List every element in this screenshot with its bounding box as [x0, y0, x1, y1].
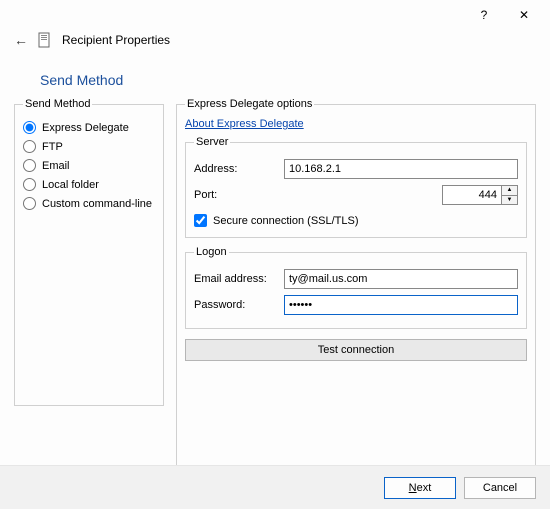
- radio-local-folder-input[interactable]: [23, 178, 36, 191]
- radio-label: Email: [42, 160, 70, 172]
- port-label: Port:: [194, 189, 284, 201]
- radio-email[interactable]: Email: [23, 156, 155, 175]
- recipient-icon: [38, 32, 52, 48]
- address-label: Address:: [194, 163, 284, 175]
- secure-connection-checkbox[interactable]: Secure connection (SSL/TLS): [194, 208, 518, 227]
- cancel-button[interactable]: Cancel: [464, 477, 536, 499]
- port-stepper[interactable]: ▲ ▼: [502, 185, 518, 205]
- express-delegate-options-group: Express Delegate options About Express D…: [176, 98, 536, 492]
- radio-label: FTP: [42, 141, 63, 153]
- spacer: [185, 361, 527, 481]
- password-label: Password:: [194, 299, 284, 311]
- logon-legend: Logon: [194, 246, 229, 258]
- close-button[interactable]: ✕: [504, 1, 544, 29]
- help-button[interactable]: ?: [464, 1, 504, 29]
- email-input[interactable]: [284, 269, 518, 289]
- secure-connection-label: Secure connection (SSL/TLS): [213, 215, 359, 227]
- port-step-up[interactable]: ▲: [502, 186, 517, 196]
- footer-bar: Next Cancel: [0, 465, 550, 509]
- secure-connection-input[interactable]: [194, 214, 207, 227]
- radio-express-delegate-input[interactable]: [23, 121, 36, 134]
- express-delegate-options-legend: Express Delegate options: [185, 98, 314, 110]
- about-express-delegate-link[interactable]: About Express Delegate: [185, 118, 304, 130]
- address-input[interactable]: [284, 159, 518, 179]
- email-label: Email address:: [194, 273, 284, 285]
- port-input[interactable]: [442, 185, 502, 205]
- next-button-label-rest: ext: [417, 482, 432, 494]
- radio-custom-command-line[interactable]: Custom command-line: [23, 194, 155, 213]
- radio-custom-command-line-input[interactable]: [23, 197, 36, 210]
- port-step-down[interactable]: ▼: [502, 196, 517, 205]
- radio-label: Custom command-line: [42, 198, 152, 210]
- back-icon[interactable]: ←: [14, 32, 28, 48]
- radio-label: Express Delegate: [42, 122, 129, 134]
- radio-local-folder[interactable]: Local folder: [23, 175, 155, 194]
- server-group: Server Address: Port: ▲ ▼: [185, 136, 527, 238]
- test-connection-button[interactable]: Test connection: [185, 339, 527, 361]
- radio-ftp-input[interactable]: [23, 140, 36, 153]
- server-legend: Server: [194, 136, 230, 148]
- radio-ftp[interactable]: FTP: [23, 137, 155, 156]
- logon-group: Logon Email address: Password:: [185, 246, 527, 329]
- section-title: Send Method: [0, 52, 550, 98]
- page-title: Recipient Properties: [62, 33, 170, 47]
- send-method-group: Send Method Express Delegate FTP Email L…: [14, 98, 164, 406]
- password-input[interactable]: [284, 295, 518, 315]
- radio-express-delegate[interactable]: Express Delegate: [23, 118, 155, 137]
- send-method-legend: Send Method: [23, 98, 92, 110]
- radio-label: Local folder: [42, 179, 99, 191]
- next-button[interactable]: Next: [384, 477, 456, 499]
- radio-email-input[interactable]: [23, 159, 36, 172]
